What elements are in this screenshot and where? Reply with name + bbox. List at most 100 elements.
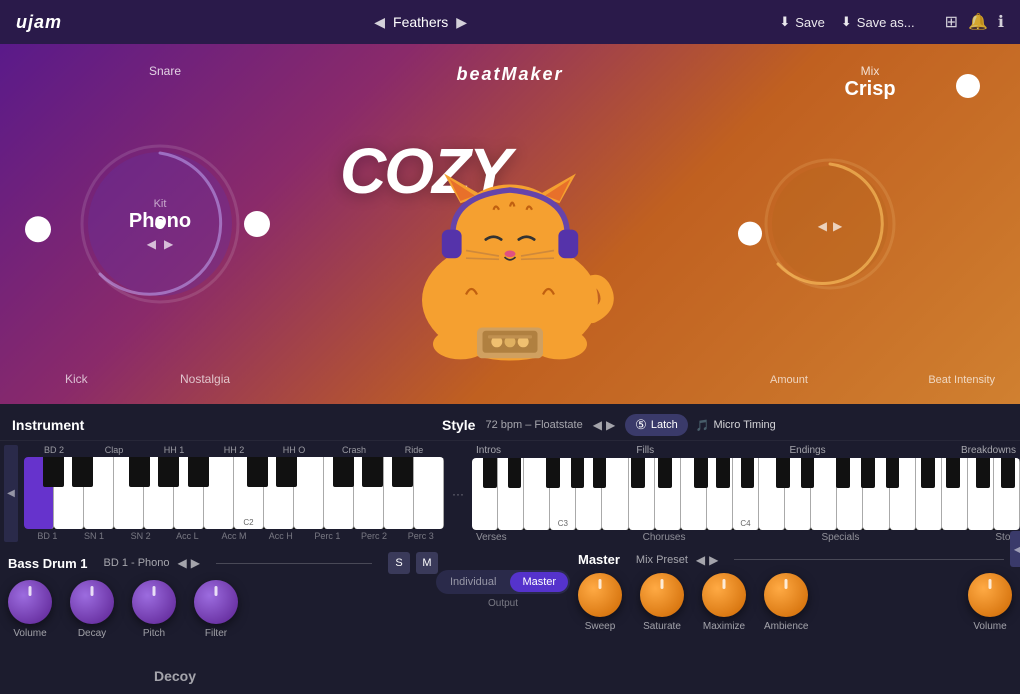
saturate-knob[interactable] [640, 573, 684, 617]
solo-button[interactable]: S [388, 552, 410, 574]
style-key-8[interactable] [655, 458, 681, 530]
bass-drum-nav: ◀ ▶ [178, 556, 200, 570]
style-piano[interactable]: C3 C4 [472, 458, 1020, 530]
keyboard-scroll-left[interactable]: ◀ [4, 445, 18, 542]
master-volume-knob-item: Volume [968, 573, 1012, 632]
top-right-knob[interactable] [956, 74, 980, 98]
latch-label: Latch [651, 419, 678, 431]
right-knob-area: Mix Crisp ◀ ▶ [730, 44, 1010, 404]
kick-knob[interactable] [25, 216, 51, 242]
bd-next-arrow[interactable]: ▶ [191, 556, 200, 570]
style-key-13[interactable] [785, 458, 811, 530]
style-key-14[interactable] [811, 458, 837, 530]
bd-slider[interactable] [216, 563, 372, 564]
style-key-5[interactable] [576, 458, 602, 530]
style-key-c3[interactable]: C3 [550, 458, 576, 530]
style-key-17[interactable] [890, 458, 916, 530]
master-title: Master [578, 552, 620, 567]
style-next-arrow[interactable]: ▶ [606, 418, 615, 432]
piano-key-g[interactable] [144, 457, 174, 529]
preset-next-arrow[interactable]: ▶ [456, 14, 467, 31]
bell-icon[interactable]: 🔔 [968, 12, 988, 32]
master-next-arrow[interactable]: ▶ [709, 553, 718, 567]
style-key-16[interactable] [863, 458, 889, 530]
style-nav: ◀ ▶ [593, 418, 615, 432]
master-button[interactable]: Master [510, 572, 568, 592]
sweep-label: Sweep [585, 621, 616, 632]
piano-key-d2[interactable] [264, 457, 294, 529]
piano-key-f[interactable] [114, 457, 144, 529]
style-key-18[interactable] [916, 458, 942, 530]
style-key-15[interactable] [837, 458, 863, 530]
sn1-label: SN 1 [71, 531, 118, 541]
piano-key-b[interactable] [204, 457, 234, 529]
master-volume-knob[interactable] [968, 573, 1012, 617]
acch-label: Acc H [257, 531, 304, 541]
kit-ring-knob[interactable]: Kit Phono ◀ ▶ [75, 139, 245, 309]
piano-key-c2[interactable]: C2 [234, 457, 264, 529]
piano-key-e2[interactable] [294, 457, 324, 529]
mix-left-knob[interactable] [738, 222, 762, 246]
mix-center: ◀ ▶ [818, 215, 842, 233]
output-section: Individual Master Output [438, 552, 568, 609]
piano-key-a[interactable] [174, 457, 204, 529]
master-section: Master Mix Preset ◀ ▶ Sweep Saturate [568, 552, 1012, 632]
piano-key-e[interactable] [84, 457, 114, 529]
mix-name: Crisp [844, 78, 895, 101]
individual-button[interactable]: Individual [438, 572, 508, 592]
preset-prev-arrow[interactable]: ◀ [374, 14, 385, 31]
snare-knob[interactable] [244, 211, 270, 237]
volume-label: Volume [13, 628, 46, 639]
micro-timing-button[interactable]: 🎵 Micro Timing [696, 419, 776, 432]
piano-key-b2[interactable] [414, 457, 444, 529]
master-slider[interactable] [734, 559, 1004, 560]
bd2-label: BD 2 [24, 445, 84, 455]
style-key-19[interactable] [942, 458, 968, 530]
style-key-10[interactable] [707, 458, 733, 530]
piano-key-c[interactable] [24, 457, 54, 529]
piano-key-a2[interactable] [384, 457, 414, 529]
style-key-6[interactable] [602, 458, 628, 530]
info-icon[interactable]: ℹ [998, 12, 1004, 32]
piano-key-d[interactable] [54, 457, 84, 529]
kit-next-arrow[interactable]: ▶ [164, 237, 173, 251]
mix-prev-arrow[interactable]: ◀ [818, 219, 827, 233]
bd-prev-arrow[interactable]: ◀ [178, 556, 187, 570]
style-key-20[interactable] [968, 458, 994, 530]
bass-drum-preset: BD 1 - Phono [103, 557, 169, 569]
mix-next-arrow[interactable]: ▶ [833, 219, 842, 233]
style-key-21[interactable] [994, 458, 1020, 530]
save-as-button[interactable]: ⬇ Save as... [841, 14, 915, 30]
mix-label-group: Mix Crisp [844, 64, 895, 101]
verses-label: Verses [476, 532, 507, 543]
style-key-2[interactable] [498, 458, 524, 530]
sweep-knob[interactable] [578, 573, 622, 617]
style-key-1[interactable] [472, 458, 498, 530]
volume-knob[interactable] [8, 580, 52, 624]
decay-knob[interactable] [70, 580, 114, 624]
latch-button[interactable]: ⑤ Latch [625, 414, 688, 436]
style-key-9[interactable] [681, 458, 707, 530]
kit-prev-arrow[interactable]: ◀ [147, 237, 156, 251]
ambience-knob[interactable] [764, 573, 808, 617]
maximize-knob[interactable] [702, 573, 746, 617]
piano-key-f2[interactable] [324, 457, 354, 529]
keyboard-scroll-right[interactable]: ◀ [1010, 531, 1020, 567]
style-prev-arrow[interactable]: ◀ [593, 418, 602, 432]
grid-icon[interactable]: ⊞ [945, 12, 958, 32]
decay-label: Decay [78, 628, 106, 639]
save-button[interactable]: ⬇ Save [779, 14, 825, 30]
piano-key-g2[interactable] [354, 457, 384, 529]
instrument-piano[interactable]: C2 [24, 457, 444, 529]
master-prev-arrow[interactable]: ◀ [696, 553, 705, 567]
master-mix-preset: Mix Preset [636, 554, 688, 566]
style-key-7[interactable] [629, 458, 655, 530]
mute-button[interactable]: M [416, 552, 438, 574]
mix-ring-knob[interactable]: ◀ ▶ [760, 154, 900, 294]
style-key-c4[interactable]: C4 [733, 458, 759, 530]
style-key-12[interactable] [759, 458, 785, 530]
ambience-label: Ambience [764, 621, 808, 632]
top-bar: ujam ◀ Feathers ▶ ⬇ Save ⬇ Save as... ⊞ … [0, 0, 1020, 44]
save-icon: ⬇ [779, 14, 790, 30]
style-key-3[interactable] [524, 458, 550, 530]
